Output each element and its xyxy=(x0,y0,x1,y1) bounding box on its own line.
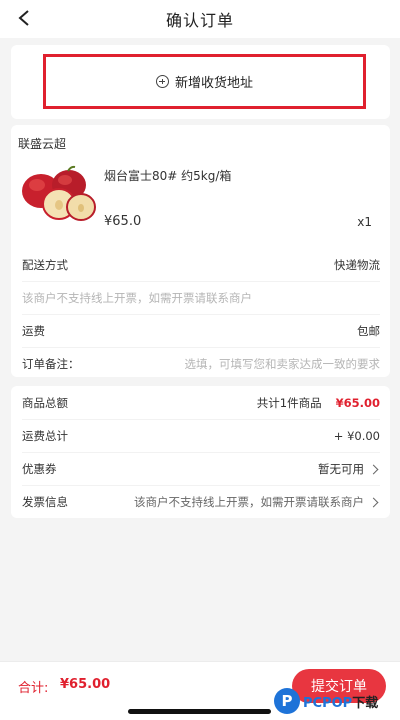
order-remark-input[interactable]: 选填，可填写您和卖家达成一致的要求 xyxy=(185,356,381,372)
summary-card: 商品总额 共计1件商品 ¥65.00 运费总计 + ¥0.00 优惠券 暂无可用… xyxy=(11,386,390,518)
order-remark-label: 订单备注： xyxy=(22,357,80,371)
back-button[interactable] xyxy=(12,6,36,30)
coupon-label: 优惠券 xyxy=(22,462,57,476)
add-address-label: 新增收货地址 xyxy=(174,76,253,91)
product-image xyxy=(22,165,96,221)
freight-row: 运费 包邮 xyxy=(22,314,380,347)
invoice-notice-text: 该商户不支持线上开票，如需开票请联系商户 xyxy=(22,291,252,305)
goods-total-row: 商品总额 共计1件商品 ¥65.00 xyxy=(22,386,380,419)
watermark-logo: P PCPOP下载 xyxy=(274,684,398,718)
freight-total-row: 运费总计 + ¥0.00 xyxy=(22,419,380,452)
product-quantity: x1 xyxy=(357,215,372,229)
product-name: 烟台富士80# 约5kg/箱 xyxy=(104,169,232,183)
chevron-right-icon xyxy=(368,464,379,474)
top-nav-bar: 确认订单 xyxy=(0,0,400,38)
goods-total-value: ¥65.00 xyxy=(335,395,380,410)
shop-name: 联盛云超 xyxy=(18,137,67,151)
goods-total-label: 商品总额 xyxy=(22,395,68,410)
invoice-info-row[interactable]: 发票信息 该商户不支持线上开票，如需开票请联系商户 xyxy=(22,485,380,518)
delivery-method-row[interactable]: 配送方式 快递物流 xyxy=(22,248,380,281)
home-indicator xyxy=(128,709,271,714)
order-remark-row[interactable]: 订单备注： 选填，可填写您和卖家达成一致的要求 xyxy=(22,347,380,380)
watermark-suffix: 下载 xyxy=(352,695,379,711)
watermark-text: PCPOP下载 xyxy=(303,692,378,711)
goods-total-group: 共计1件商品 ¥65.00 xyxy=(257,395,380,411)
delivery-method-value: 快递物流 xyxy=(334,257,380,272)
coupon-row[interactable]: 优惠券 暂无可用 xyxy=(22,452,380,485)
plus-circle-icon xyxy=(155,75,169,88)
invoice-notice-row: 该商户不支持线上开票，如需开票请联系商户 xyxy=(22,281,380,314)
watermark-badge: P xyxy=(274,688,300,714)
total-value: ¥65.00 xyxy=(60,677,111,692)
invoice-info-group: 该商户不支持线上开票，如需开票请联系商户 xyxy=(134,494,380,510)
address-card: 新增收货地址 xyxy=(11,45,390,119)
chevron-left-icon xyxy=(18,10,29,26)
freight-total-label: 运费总计 xyxy=(22,429,68,443)
coupon-value-group: 暂无可用 xyxy=(318,461,380,477)
invoice-info-value: 该商户不支持线上开票，如需开票请联系商户 xyxy=(134,495,364,509)
total-label: 合计: xyxy=(18,681,49,696)
freight-value: 包邮 xyxy=(357,324,380,338)
chevron-right-icon xyxy=(368,497,379,507)
coupon-value: 暂无可用 xyxy=(318,462,364,476)
add-address-button[interactable]: 新增收货地址 xyxy=(43,54,366,109)
freight-label: 运费 xyxy=(22,324,45,338)
watermark-brand: PCPOP xyxy=(303,695,353,711)
page-title: 确认订单 xyxy=(165,11,234,30)
product-price: ¥65.0 xyxy=(104,214,142,229)
goods-count: 共计1件商品 xyxy=(256,395,322,410)
freight-total-value: + ¥0.00 xyxy=(333,429,380,443)
invoice-info-label: 发票信息 xyxy=(22,495,68,509)
order-card: 联盛云超 烟台富士80# 约5kg/箱 ¥65.0 x1 配送方式 快递物流 该… xyxy=(11,125,390,377)
delivery-method-label: 配送方式 xyxy=(22,257,68,272)
